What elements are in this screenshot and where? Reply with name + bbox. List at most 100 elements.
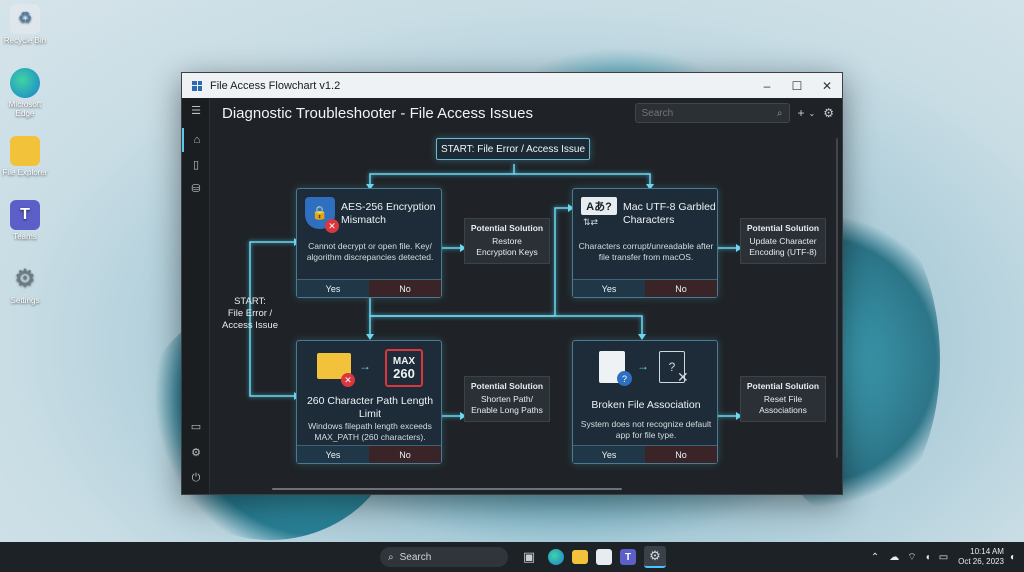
desktop-icon-teams[interactable]: T Teams [2, 200, 48, 241]
notification-icon[interactable]: ◐ [1010, 552, 1016, 563]
page-title: Diagnostic Troubleshooter - File Access … [222, 104, 533, 122]
battery-icon[interactable]: ▭ [939, 552, 948, 563]
taskbar-search-label: Search [399, 551, 432, 563]
title-bar[interactable]: File Access Flowchart v1.2 – ☐ ✕ [182, 73, 842, 98]
desktop-icon-file-explorer[interactable]: File Explorer [2, 136, 48, 177]
power-icon[interactable]: ⏻ [182, 466, 210, 490]
start-menu-icon[interactable] [354, 550, 368, 564]
node-description: Cannot decrypt or open file. Key/ algori… [306, 241, 434, 263]
search-input[interactable] [641, 107, 777, 119]
page-header: Diagnostic Troubleshooter - File Access … [210, 98, 842, 128]
solution-shorten-path[interactable]: Potential Solution Shorten Path/ Enable … [464, 376, 550, 422]
solution-text: Encoding (UTF-8) [749, 247, 817, 258]
start-node[interactable]: START: File Error / Access Issue [436, 138, 590, 160]
maximize-button[interactable]: ☐ [782, 79, 812, 93]
solution-reset-associations[interactable]: Potential Solution Reset File Associatio… [740, 376, 826, 422]
taskbar-search[interactable]: ⌕ Search [380, 547, 508, 567]
desktop-icon-edge[interactable]: Microsoft Edge [2, 68, 48, 118]
gear-icon[interactable]: ⚙ [644, 546, 666, 568]
store-icon[interactable] [596, 549, 612, 565]
menu-icon[interactable]: ☰ [182, 98, 210, 122]
desktop-icon-label: Recycle Bin [3, 36, 47, 45]
volume-icon[interactable]: ◖ [925, 552, 931, 563]
taskbar-apps: ⌕ Search ▣ T ⚙ [348, 542, 670, 572]
max-path-badge: MAX 260 [385, 349, 423, 387]
node-buttons: Yes No [573, 279, 717, 297]
badge-text: MAX [392, 355, 416, 367]
search-box[interactable]: ⌕ [634, 103, 790, 123]
horizontal-scrollbar[interactable] [272, 488, 622, 490]
yes-button[interactable]: Yes [297, 280, 369, 297]
badge-text: 260 [393, 365, 415, 381]
window-title: File Access Flowchart v1.2 [210, 79, 341, 92]
error-icon: ✕ [325, 219, 339, 233]
solution-text: Update Character [749, 236, 817, 247]
node-aes-encryption[interactable]: 🔒 ✕ AES-256 Encryption Mismatch Cannot d… [296, 188, 442, 298]
gear-icon[interactable]: ⚙ [823, 106, 834, 120]
desktop-icon-label: File Explorer [2, 168, 48, 177]
taskbar: ⌕ Search ▣ T ⚙ ⌃ ☁ ⌔ ◖ ▭ 10:14 AM Oct 26… [0, 542, 1024, 572]
vertical-scrollbar[interactable] [836, 138, 838, 458]
document-icon[interactable]: ▯ [182, 152, 210, 176]
node-description: Characters corrupt/unreadable after file… [578, 241, 714, 263]
no-button[interactable]: No [369, 446, 441, 463]
task-view-icon[interactable]: ▣ [518, 546, 540, 568]
folder-icon[interactable]: ▭ [182, 414, 210, 438]
yes-button[interactable]: Yes [573, 446, 645, 463]
no-button[interactable]: No [645, 446, 717, 463]
close-button[interactable]: ✕ [812, 79, 842, 93]
node-buttons: Yes No [297, 445, 441, 463]
database-icon[interactable]: ⛁ [182, 176, 210, 200]
folder-icon [10, 136, 40, 166]
no-button[interactable]: No [369, 280, 441, 297]
solution-text: Enable Long Paths [471, 405, 543, 416]
no-button[interactable]: No [645, 280, 717, 297]
search-icon[interactable]: ⌕ [777, 108, 783, 119]
desktop-icon-recycle-bin[interactable]: ♻ Recycle Bin [2, 4, 48, 45]
clock[interactable]: 10:14 AM Oct 26, 2023 [958, 547, 1004, 568]
arrow-right-icon: → [637, 359, 649, 373]
side-start-line: Access Issue [222, 319, 278, 331]
gear-icon[interactable]: ⚙ [182, 440, 210, 464]
cloud-icon[interactable]: ☁ [889, 552, 899, 563]
node-title: AES-256 Encryption Mismatch [341, 201, 436, 226]
node-title: Mac UTF-8 Garbled Characters [623, 201, 716, 226]
solution-restore-keys[interactable]: Potential Solution Restore Encryption Ke… [464, 218, 550, 264]
home-icon[interactable]: ⌂ [182, 128, 210, 152]
side-start-line: File Error / [227, 307, 273, 319]
node-path-length[interactable]: ✕ → MAX 260 260 Character Path Length Li… [296, 340, 442, 464]
system-tray: ⌃ ☁ ⌔ ◖ ▭ 10:14 AM Oct 26, 2023 ◐ [865, 542, 1016, 572]
edge-icon[interactable] [548, 549, 564, 565]
solution-heading: Potential Solution [470, 223, 544, 233]
solution-heading: Potential Solution [470, 381, 544, 391]
close-icon: ✕ [677, 369, 689, 385]
app-window: File Access Flowchart v1.2 – ☐ ✕ ☰ ⌂ ▯ ⛁… [181, 72, 843, 495]
solution-update-encoding[interactable]: Potential Solution Update Character Enco… [740, 218, 826, 264]
teams-icon: T [10, 200, 40, 230]
search-icon: ⌕ [388, 551, 394, 563]
chevron-up-icon[interactable]: ⌃ [871, 552, 879, 563]
error-icon: ✕ [341, 373, 355, 387]
garbled-text-icon: ⇅⇄ [583, 217, 599, 227]
node-description: System does not recognize default app fo… [580, 419, 712, 441]
yes-button[interactable]: Yes [297, 446, 369, 463]
solution-text: Shorten Path/ [481, 394, 533, 405]
flowchart-canvas: START: File Error / Access Issue START: … [210, 128, 842, 494]
sidebar: ☰ ⌂ ▯ ⛁ ▭ ⚙ ⏻ [182, 98, 210, 494]
character-encoding-icon: Aあ? [581, 197, 617, 215]
add-button[interactable]: + [798, 106, 805, 120]
node-file-association[interactable]: ? → ? ✕ Broken File Association System d… [572, 340, 718, 464]
clock-date: Oct 26, 2023 [958, 557, 1004, 566]
wifi-icon[interactable]: ⌔ [907, 551, 916, 564]
teams-icon[interactable]: T [620, 549, 636, 565]
yes-button[interactable]: Yes [573, 280, 645, 297]
minimize-button[interactable]: – [752, 79, 782, 93]
solution-text: Associations [759, 405, 807, 416]
recycle-bin-icon: ♻ [10, 4, 40, 34]
node-buttons: Yes No [297, 279, 441, 297]
chevron-down-icon[interactable]: ⌄ [809, 109, 816, 118]
node-utf8-garbled[interactable]: Aあ? ⇅⇄ Mac UTF-8 Garbled Characters Char… [572, 188, 718, 298]
desktop-icon-settings[interactable]: ⚙ Settings [2, 264, 48, 305]
folder-icon[interactable] [572, 550, 588, 564]
solution-text: Reset File [763, 394, 803, 405]
